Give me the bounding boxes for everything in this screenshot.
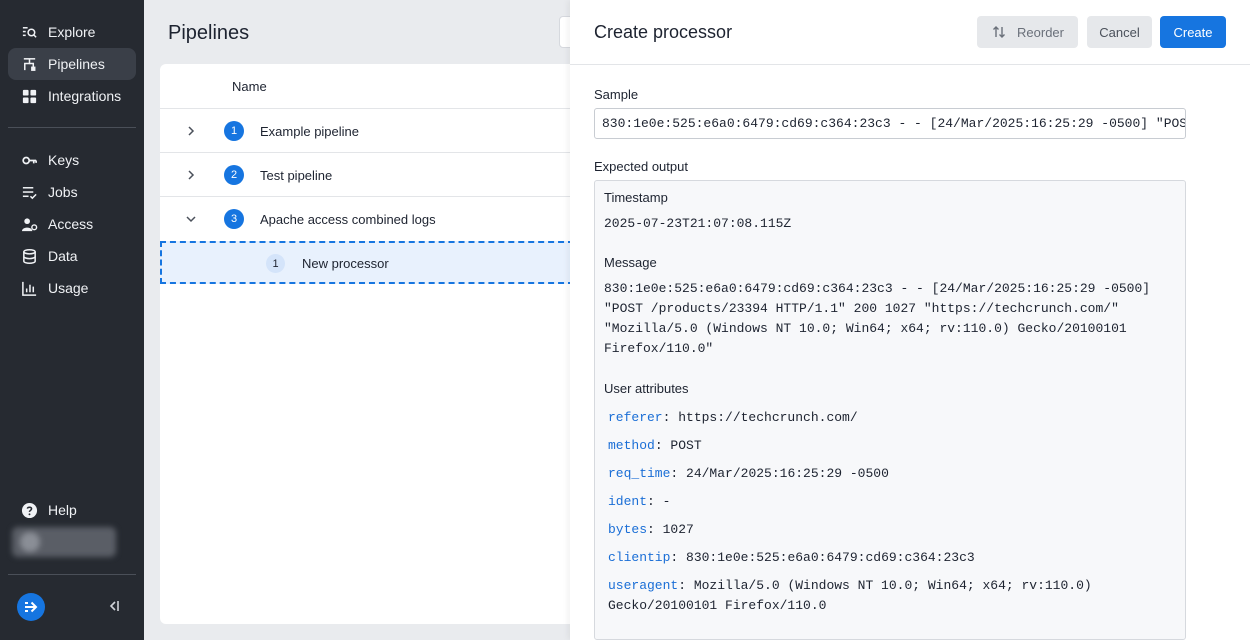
reorder-label: Reorder bbox=[1017, 24, 1064, 40]
sidebar-item-label: Keys bbox=[48, 152, 80, 168]
attribute-value: https://techcrunch.com/ bbox=[678, 410, 858, 425]
reorder-icon bbox=[991, 24, 1007, 40]
user-attributes-label: User attributes bbox=[604, 381, 689, 396]
sidebar: Explore Pipelines Integrations Keys Jobs… bbox=[0, 0, 144, 640]
sidebar-item-label: Access bbox=[48, 216, 94, 232]
pipeline-number-badge: 2 bbox=[224, 165, 244, 185]
message-line: "POST /products/23394 HTTP/1.1" 200 1027… bbox=[604, 301, 1119, 316]
help-label: Help bbox=[48, 502, 77, 518]
key-icon bbox=[20, 151, 38, 169]
page-title: Pipelines bbox=[168, 22, 250, 44]
sidebar-item-explore[interactable]: Explore bbox=[8, 16, 136, 48]
attribute-key: useragent bbox=[608, 578, 679, 593]
attribute-value: - bbox=[662, 494, 671, 509]
timestamp-value: 2025-07-23T21:07:08.115Z bbox=[604, 216, 792, 231]
sidebar-item-label: Integrations bbox=[48, 88, 122, 104]
cancel-button[interactable]: Cancel bbox=[1087, 16, 1152, 48]
table-row[interactable] bbox=[160, 153, 570, 197]
bar-chart-icon bbox=[20, 279, 38, 297]
pipeline-number-badge: 3 bbox=[224, 209, 244, 229]
pipeline-number-badge: 1 bbox=[224, 121, 244, 141]
access-icon bbox=[20, 215, 38, 233]
attribute-continuation: Gecko/20100101 Firefox/110.0 bbox=[608, 598, 827, 613]
attribute-row: bytes: 1027 bbox=[608, 522, 694, 537]
column-header-name: Name bbox=[232, 79, 267, 94]
integrations-icon bbox=[20, 87, 38, 105]
pipeline-name: Example pipeline bbox=[260, 124, 360, 139]
attribute-key: referer bbox=[608, 410, 663, 425]
sidebar-item-label: Data bbox=[48, 248, 78, 264]
attribute-row: useragent: Mozilla/5.0 (Windows NT 10.0;… bbox=[608, 578, 1092, 593]
attribute-key: bytes bbox=[608, 522, 648, 537]
sidebar-item-keys[interactable]: Keys bbox=[8, 144, 136, 176]
sample-label: Sample bbox=[594, 87, 639, 102]
app-logo-icon[interactable] bbox=[17, 593, 45, 621]
attribute-value: 830:1e0e:525:e6a0:6479:cd69:c364:23c3 bbox=[686, 550, 975, 565]
timestamp-label: Timestamp bbox=[604, 190, 668, 205]
attribute-key: ident bbox=[608, 494, 648, 509]
sidebar-item-label: Pipelines bbox=[48, 56, 105, 72]
expected-output-label: Expected output bbox=[594, 159, 688, 174]
chevron-right-icon[interactable] bbox=[184, 168, 198, 182]
chevron-down-icon[interactable] bbox=[184, 212, 198, 226]
processor-name: New processor bbox=[302, 256, 389, 271]
message-line: Firefox/110.0" bbox=[604, 341, 714, 356]
sidebar-item-usage[interactable]: Usage bbox=[8, 272, 136, 304]
chevron-right-icon[interactable] bbox=[184, 124, 198, 138]
sidebar-item-label: Jobs bbox=[48, 184, 78, 200]
message-line: "Mozilla/5.0 (Windows NT 10.0; Win64; x6… bbox=[604, 321, 1127, 336]
attribute-row: ident: - bbox=[608, 494, 671, 509]
sidebar-item-label: Explore bbox=[48, 24, 96, 40]
attribute-value: 24/Mar/2025:16:25:29 -0500 bbox=[686, 466, 889, 481]
pipeline-name: Test pipeline bbox=[260, 168, 333, 183]
attribute-value: Mozilla/5.0 (Windows NT 10.0; Win64; x64… bbox=[693, 578, 1092, 593]
sidebar-item-jobs[interactable]: Jobs bbox=[8, 176, 136, 208]
attribute-value: POST bbox=[670, 438, 702, 453]
collapse-sidebar-icon[interactable] bbox=[106, 598, 122, 614]
panel-title: Create processor bbox=[594, 22, 733, 42]
sidebar-item-integrations[interactable]: Integrations bbox=[8, 80, 136, 112]
sidebar-item-pipelines[interactable]: Pipelines bbox=[8, 48, 136, 80]
jobs-icon bbox=[20, 183, 38, 201]
create-button[interactable]: Create bbox=[1160, 16, 1226, 48]
sidebar-item-access[interactable]: Access bbox=[8, 208, 136, 240]
database-icon bbox=[20, 247, 38, 265]
table-row[interactable] bbox=[160, 109, 570, 153]
sidebar-item-data[interactable]: Data bbox=[8, 240, 136, 272]
sidebar-divider bbox=[8, 127, 136, 128]
explore-icon bbox=[20, 23, 38, 41]
pipelines-icon bbox=[20, 55, 38, 73]
attribute-row: clientip: 830:1e0e:525:e6a0:6479:cd69:c3… bbox=[608, 550, 975, 565]
attribute-key: method bbox=[608, 438, 655, 453]
sidebar-item-label: Usage bbox=[48, 280, 89, 296]
reorder-button[interactable]: Reorder bbox=[977, 16, 1078, 48]
attribute-row: referer: https://techcrunch.com/ bbox=[608, 410, 858, 425]
sidebar-divider bbox=[8, 574, 136, 575]
help-icon bbox=[20, 501, 38, 519]
attribute-key: clientip bbox=[608, 550, 671, 565]
user-profile[interactable] bbox=[12, 527, 116, 557]
sample-input[interactable]: 830:1e0e:525:e6a0:6479:cd69:c364:23c3 - … bbox=[594, 108, 1186, 139]
message-label: Message bbox=[604, 255, 657, 270]
help-link[interactable]: Help bbox=[8, 494, 136, 526]
avatar bbox=[20, 532, 40, 552]
processor-number-badge: 1 bbox=[266, 254, 285, 273]
expected-output-box: Timestamp 2025-07-23T21:07:08.115Z Messa… bbox=[594, 180, 1186, 640]
attribute-value: 1027 bbox=[662, 522, 694, 537]
panel-divider bbox=[570, 64, 1250, 65]
attribute-row: method: POST bbox=[608, 438, 702, 453]
attribute-key: req_time bbox=[608, 466, 671, 481]
message-line: 830:1e0e:525:e6a0:6479:cd69:c364:23c3 - … bbox=[604, 281, 1151, 296]
attribute-row: req_time: 24/Mar/2025:16:25:29 -0500 bbox=[608, 466, 889, 481]
pipeline-name: Apache access combined logs bbox=[260, 212, 436, 227]
